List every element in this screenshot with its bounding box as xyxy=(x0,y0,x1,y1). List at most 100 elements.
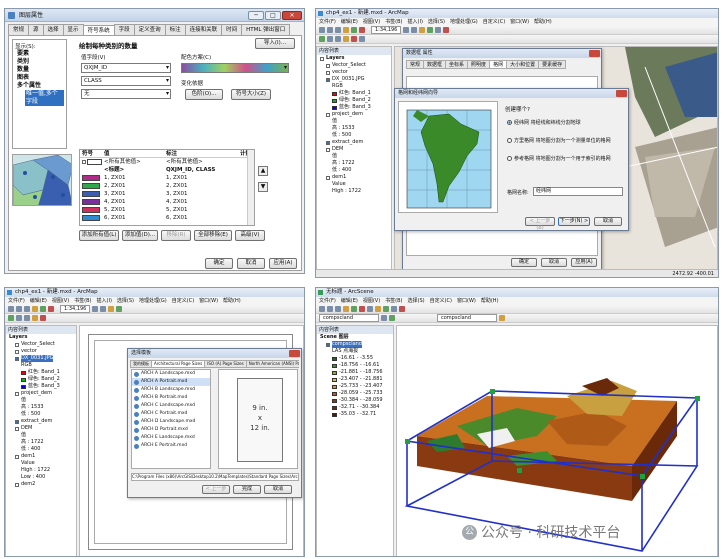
table-row[interactable]: <所有其他值><所有其他值>0 xyxy=(80,158,254,166)
toc-item[interactable]: 值 xyxy=(317,118,391,125)
layer-checkbox[interactable] xyxy=(15,391,19,396)
menu-item[interactable]: 视图(V) xyxy=(363,297,380,305)
grid-name-input[interactable]: 经纬网 xyxy=(533,187,623,196)
menu-item[interactable]: 插入(I) xyxy=(97,297,112,305)
layer-checkbox[interactable] xyxy=(15,342,19,347)
pan-icon[interactable] xyxy=(108,306,115,312)
navigate-icon[interactable] xyxy=(367,306,373,312)
print-icon[interactable] xyxy=(32,306,38,312)
layer-checkbox[interactable] xyxy=(15,454,19,459)
identify-icon[interactable] xyxy=(399,306,405,312)
menu-item[interactable]: 编辑(E) xyxy=(341,18,358,26)
open-icon[interactable] xyxy=(327,306,333,312)
toc-item[interactable]: -23.407 - -21.881 xyxy=(317,376,393,383)
tab-display[interactable]: 显示 xyxy=(62,24,84,35)
toc-item[interactable]: Layers xyxy=(6,334,76,341)
menu-item[interactable]: 书签(B) xyxy=(385,18,402,26)
toc-item[interactable]: 低 : 400 xyxy=(6,446,76,453)
show-unique-multi-fields[interactable]: 唯一值,多个字段 xyxy=(25,90,64,106)
close-icon[interactable] xyxy=(616,90,627,97)
toc-item[interactable]: DX_0031.JPG xyxy=(317,76,391,83)
table-row[interactable]: 4, ZX014, ZX011 xyxy=(80,198,254,206)
pan-icon[interactable] xyxy=(419,27,426,33)
layer-checkbox[interactable] xyxy=(15,349,19,354)
layer-checkbox[interactable] xyxy=(15,482,19,487)
table-row[interactable]: 6, ZX016, ZX011 xyxy=(80,214,254,222)
profile-icon[interactable] xyxy=(389,315,395,321)
option-graticule[interactable]: 经纬网 将经线和纬线分割地球 xyxy=(507,119,581,126)
toc-item[interactable]: 蓝色: Band_3 xyxy=(6,383,76,390)
show-multiple-attributes[interactable]: 多个属性 xyxy=(17,82,64,90)
forward-icon[interactable] xyxy=(24,315,30,321)
tab-fields[interactable]: 字段 xyxy=(113,24,135,35)
toc-item[interactable]: 低 : 500 xyxy=(317,132,391,139)
next-button[interactable]: 下一步(N) > xyxy=(558,217,590,226)
toc-item[interactable]: 绿色: Band_2 xyxy=(317,97,391,104)
color-ramp-select[interactable] xyxy=(181,63,289,73)
toc-item[interactable]: vector xyxy=(6,348,76,355)
template-item[interactable]: ARCH E Portrait.mxd xyxy=(132,442,210,450)
toc-item[interactable]: 高 : 1722 xyxy=(317,160,391,167)
filter-icon[interactable] xyxy=(499,315,505,321)
minimize-button[interactable]: ─ xyxy=(248,11,264,20)
identify-icon[interactable] xyxy=(116,306,123,312)
toc-item[interactable]: -21.881 - -18.756 xyxy=(317,369,393,376)
outer-cancel-button[interactable]: 取消 xyxy=(541,258,567,267)
open-icon[interactable] xyxy=(16,306,22,312)
advanced-button[interactable]: 高级(V) xyxy=(235,230,265,241)
toc-item[interactable]: -16.61 - -3.55 xyxy=(317,355,393,362)
cancel-button[interactable]: 取消 xyxy=(237,258,265,269)
value-field-2-select[interactable]: CLASS xyxy=(81,76,171,86)
add-all-values-button[interactable]: 添加所有值(L) xyxy=(79,230,119,241)
toc-item[interactable]: RGB xyxy=(317,83,391,90)
color-scheme-button[interactable]: 色阶(O)... xyxy=(185,89,223,100)
tab-source[interactable]: 源 xyxy=(28,24,44,35)
hyperlink-icon[interactable] xyxy=(40,315,46,321)
menu-item[interactable]: 选择(S) xyxy=(117,297,134,305)
menu-item[interactable]: 视图(V) xyxy=(52,297,69,305)
identify-icon[interactable] xyxy=(427,27,434,33)
toc-item[interactable]: project_dem xyxy=(6,390,76,397)
zoom-out-icon[interactable] xyxy=(100,306,107,312)
symbol-table-scrollbar[interactable] xyxy=(247,150,254,225)
menu-item[interactable]: 自定义(C) xyxy=(483,18,505,26)
toc-item[interactable]: compscland xyxy=(317,341,393,348)
close-icon[interactable] xyxy=(589,50,600,57)
layer-checkbox[interactable] xyxy=(15,356,19,361)
menu-item[interactable]: 文件(F) xyxy=(319,18,336,26)
toc-item[interactable]: 低 : 400 xyxy=(317,167,391,174)
table-row[interactable]: 1, ZX011, ZX011 xyxy=(80,174,254,182)
toc-item[interactable]: Low : 400 xyxy=(6,474,76,481)
menu-item[interactable]: 视图(V) xyxy=(363,18,380,26)
table-row[interactable]: 5, ZX015, ZX011 xyxy=(80,206,254,214)
toc-item[interactable]: -28.059 - -25.733 xyxy=(317,390,393,397)
menu-item[interactable]: 窗口(W) xyxy=(510,18,529,26)
toc-item[interactable]: DX_0031.JPG xyxy=(6,355,76,362)
outer-dialog-tab[interactable]: 照明度 xyxy=(467,60,491,69)
toc-item[interactable]: High : 1722 xyxy=(317,188,391,195)
import-button[interactable]: 导入(I)... xyxy=(255,38,295,49)
show-categories[interactable]: 类别 xyxy=(17,58,64,66)
toc-item[interactable]: dem1 xyxy=(6,453,76,460)
template-tab[interactable]: 我的模板 xyxy=(130,360,152,368)
outer-dialog-tab[interactable]: 数据框 xyxy=(423,60,447,69)
template-item[interactable]: ARCH E Landscape.mxd xyxy=(132,434,210,442)
layer-checkbox[interactable] xyxy=(326,342,330,347)
center-on-target-icon[interactable] xyxy=(383,306,389,312)
template-item[interactable]: ARCH B Landscape.mxd xyxy=(132,386,210,394)
scale-combo[interactable]: 1:34,196 xyxy=(371,26,402,34)
outer-apply-button[interactable]: 应用(A) xyxy=(571,258,597,267)
layer-checkbox[interactable] xyxy=(326,77,330,82)
tab-joins[interactable]: 连接和关联 xyxy=(184,24,223,35)
toc-item[interactable]: Scene 图层 xyxy=(317,334,393,341)
layer-checkbox[interactable] xyxy=(326,112,330,117)
delete-icon[interactable] xyxy=(359,27,365,33)
find-icon[interactable] xyxy=(32,315,38,321)
option-measured-grid[interactable]: 方里格网 将地图分割为一个测量单位的格网 xyxy=(507,137,611,144)
menu-item[interactable]: 编辑(E) xyxy=(30,297,47,305)
ok-button[interactable]: 确定 xyxy=(205,258,233,269)
toc-item[interactable]: 高 : 1533 xyxy=(6,404,76,411)
template-back-button[interactable]: < 上一步 xyxy=(202,485,230,494)
las-points-icon[interactable] xyxy=(381,315,387,321)
value-field-1-select[interactable]: QXJM_ID xyxy=(81,63,171,73)
